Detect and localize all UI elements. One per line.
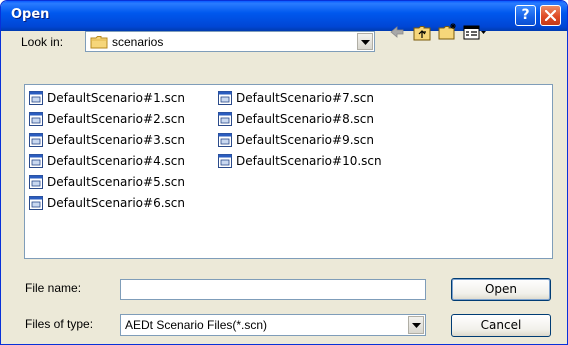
- file-name-label: File name:: [25, 281, 82, 295]
- file-icon: [29, 112, 43, 126]
- file-icon: [29, 154, 43, 168]
- file-name: DefaultScenario#10.scn: [236, 154, 382, 168]
- help-button[interactable]: ?: [515, 5, 536, 26]
- up-folder-icon[interactable]: [413, 25, 431, 41]
- file-icon: [218, 154, 232, 168]
- new-folder-icon[interactable]: [438, 22, 458, 40]
- close-button[interactable]: [540, 5, 561, 26]
- back-arrow-icon[interactable]: [389, 25, 405, 39]
- view-menu-icon[interactable]: [463, 25, 487, 41]
- look-in-label: Look in:: [21, 35, 64, 49]
- cancel-button[interactable]: Cancel: [451, 314, 551, 337]
- file-icon: [29, 91, 43, 105]
- file-name: DefaultScenario#9.scn: [236, 133, 374, 147]
- file-name-input[interactable]: [120, 279, 426, 300]
- look-in-dropdown-button[interactable]: [357, 33, 373, 50]
- file-name: DefaultScenario#6.scn: [47, 196, 185, 210]
- file-icon: [29, 175, 43, 189]
- chevron-down-icon: [412, 323, 421, 328]
- file-name: DefaultScenario#8.scn: [236, 112, 374, 126]
- file-icon: [218, 91, 232, 105]
- open-dialog: Open ? Look in: scenarios DefaultScenari…: [0, 0, 568, 345]
- file-name: DefaultScenario#3.scn: [47, 133, 185, 147]
- files-of-type-value: AEDt Scenario Files(*.scn): [125, 318, 268, 332]
- folder-icon: [90, 36, 108, 49]
- file-name: DefaultScenario#7.scn: [236, 91, 374, 105]
- file-name: DefaultScenario#4.scn: [47, 154, 185, 168]
- file-name: DefaultScenario#2.scn: [47, 112, 185, 126]
- help-icon: ?: [521, 7, 530, 23]
- chevron-down-icon: [361, 40, 370, 45]
- file-name: DefaultScenario#5.scn: [47, 175, 185, 189]
- files-of-type-dropdown-button[interactable]: [408, 316, 424, 334]
- look-in-combo[interactable]: scenarios: [85, 31, 375, 52]
- file-icon: [218, 133, 232, 147]
- close-icon: [545, 10, 556, 21]
- open-button[interactable]: Open: [451, 278, 551, 301]
- files-of-type-label: Files of type:: [25, 317, 94, 331]
- file-icon: [29, 196, 43, 210]
- file-icon: [218, 112, 232, 126]
- file-icon: [29, 133, 43, 147]
- files-of-type-combo[interactable]: AEDt Scenario Files(*.scn): [120, 314, 426, 336]
- file-name: DefaultScenario#1.scn: [47, 91, 185, 105]
- file-list[interactable]: DefaultScenario#1.scn DefaultScenario#2.…: [24, 84, 553, 259]
- dialog-title: Open: [11, 7, 50, 22]
- look-in-value: scenarios: [112, 35, 164, 49]
